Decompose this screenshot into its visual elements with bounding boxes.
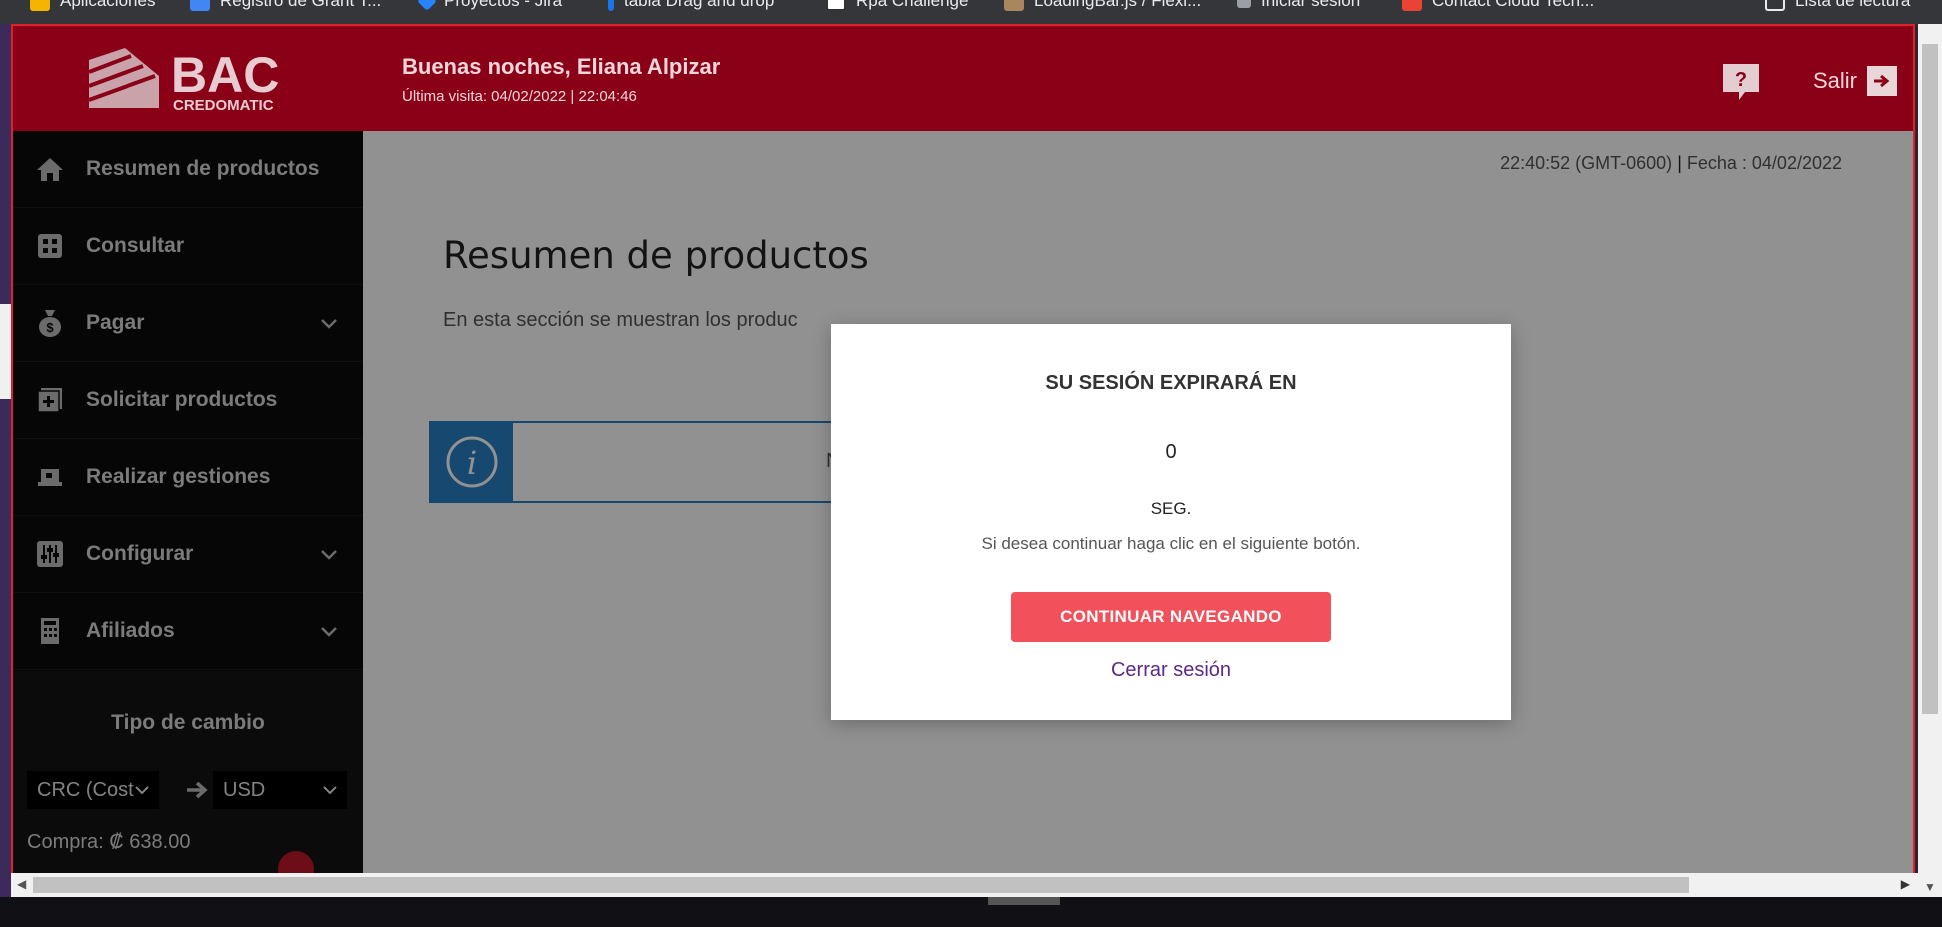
- bookmarks-bar: Aplicaciones Registro de Grant T... Proy…: [0, 0, 1942, 24]
- reading-list-icon: [1765, 0, 1785, 11]
- question-bubble-icon[interactable]: ?: [1721, 62, 1761, 102]
- bookmark-login[interactable]: Iniciar sesión: [1237, 0, 1360, 11]
- bookmark-cloudtech[interactable]: Contact Cloud Tech...: [1402, 0, 1594, 11]
- bookmark-grant[interactable]: Registro de Grant T...: [190, 0, 381, 11]
- loadingbar-icon: [1004, 0, 1024, 11]
- bookmark-dragdrop[interactable]: tabla Drag and drop: [608, 0, 774, 11]
- bac-logo[interactable]: BAC CREDOMATIC: [85, 46, 305, 116]
- bookmark-reading-list[interactable]: Lista de lectura: [1765, 0, 1910, 11]
- modal-title: SU SESIÓN EXPIRARÁ EN: [1045, 372, 1297, 394]
- svg-text:CREDOMATIC: CREDOMATIC: [173, 97, 274, 114]
- svg-text:BAC: BAC: [171, 47, 279, 103]
- countdown-unit: SEG.: [1150, 499, 1192, 518]
- rpa-icon: [826, 0, 846, 11]
- modal-info-text: Si desea continuar haga clic en el sigui…: [981, 534, 1361, 553]
- scroll-left-icon[interactable]: ◀: [17, 877, 26, 891]
- scroll-right-icon[interactable]: ▶: [1901, 877, 1910, 891]
- taskbar: [0, 897, 1942, 927]
- form-icon: [190, 0, 210, 11]
- session-expiry-modal: SU SESIÓN EXPIRARÁ EN 0 SEG. Si desea co…: [831, 324, 1511, 720]
- last-visit-text: Última visita: 04/02/2022 | 22:04:46: [402, 88, 637, 105]
- logout-label: Salir: [1813, 68, 1858, 93]
- svg-text:?: ?: [1735, 69, 1747, 91]
- apps-icon: [30, 0, 50, 11]
- jira-icon: [417, 0, 437, 11]
- horizontal-scrollbar[interactable]: ◀ ▶: [11, 873, 1918, 897]
- bookmark-apps[interactable]: Aplicaciones: [30, 0, 155, 11]
- horizontal-scrollbar-thumb[interactable]: [33, 877, 1689, 893]
- cloudtech-icon: [1402, 0, 1422, 11]
- vertical-scrollbar[interactable]: ▼: [1918, 24, 1942, 904]
- scroll-down-icon[interactable]: ▼: [1924, 880, 1936, 894]
- link-icon: [608, 0, 614, 11]
- vertical-scrollbar-thumb[interactable]: [1922, 44, 1938, 714]
- exit-arrow-icon: [1867, 66, 1898, 96]
- browser-page: BAC CREDOMATIC Buenas noches, Eliana Alp…: [11, 24, 1915, 904]
- greeting-text: Buenas noches, Eliana Alpizar: [402, 54, 721, 79]
- countdown-value: 0: [1165, 441, 1177, 463]
- bac-logo-mark: BAC CREDOMATIC: [88, 47, 279, 114]
- bookmark-jira[interactable]: Proyectos - Jira: [417, 0, 562, 11]
- bookmark-loadingbar[interactable]: LoadingBar.js / Flexi...: [1004, 0, 1201, 11]
- logout-link[interactable]: Cerrar sesión: [831, 659, 1511, 682]
- logout-button[interactable]: Salir: [1813, 66, 1898, 96]
- top-header: BAC CREDOMATIC Buenas noches, Eliana Alp…: [13, 26, 1913, 131]
- login-icon: [1237, 0, 1251, 8]
- bookmark-rpa[interactable]: Rpa Challenge: [826, 0, 968, 11]
- continue-browsing-button[interactable]: CONTINUAR NAVEGANDO: [1011, 592, 1331, 642]
